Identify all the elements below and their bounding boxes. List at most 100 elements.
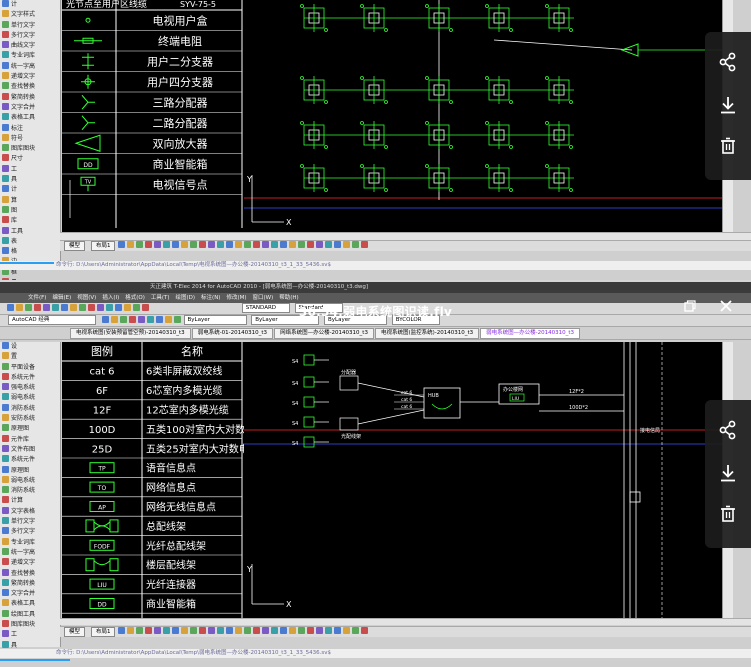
status-tool-icon[interactable] — [172, 627, 180, 634]
trash-icon[interactable] — [718, 136, 738, 156]
palette-item[interactable]: 库 — [0, 216, 60, 226]
menu-item[interactable]: 视图(V) — [77, 295, 96, 301]
palette-item[interactable]: 符号 — [0, 133, 60, 144]
status-tool-icon[interactable] — [208, 241, 216, 248]
palette-item[interactable]: 弱电系统 — [0, 475, 60, 486]
status-tool-icon[interactable] — [271, 627, 279, 634]
palette-item[interactable]: 计 — [0, 185, 60, 195]
palette-item[interactable]: 原理图 — [0, 465, 60, 476]
palette-item[interactable]: 计算 — [0, 496, 60, 506]
status-tool-icon[interactable] — [334, 627, 342, 634]
palette-item[interactable]: 工 — [0, 630, 60, 640]
status-tool-icon[interactable] — [154, 241, 162, 248]
status-tool-icon[interactable] — [118, 241, 126, 248]
palette-item[interactable]: 具 — [0, 278, 60, 280]
palette-item[interactable]: 表格工具 — [0, 113, 60, 123]
palette-item[interactable]: 尺寸 — [0, 154, 60, 164]
status-tool-icon[interactable] — [235, 241, 243, 248]
status-tool-icon[interactable] — [352, 241, 360, 248]
palette-item[interactable]: 文字表格 — [0, 506, 60, 517]
status-tool-icon[interactable] — [307, 627, 315, 634]
palette-item[interactable]: 文字合并 — [0, 102, 60, 113]
status-tool-icon[interactable] — [154, 627, 162, 634]
menu-item[interactable]: 窗口(W) — [253, 295, 274, 301]
status-tool-icon[interactable] — [361, 627, 369, 634]
palette-item[interactable]: 递增文字 — [0, 558, 60, 568]
palette-item[interactable]: 图 — [0, 205, 60, 216]
status-tool-icon[interactable] — [145, 627, 153, 634]
status-tool-icon[interactable] — [190, 627, 198, 634]
status-tool-icon[interactable] — [262, 241, 270, 248]
menu-item[interactable]: 修改(M) — [226, 295, 246, 301]
drawing-canvas[interactable]: Y X S4 S4 S4 S4 S4 分配器 光配线架 cat 6 cat 6 cat 6 HUB 办公楼… — [244, 342, 722, 618]
status-tool-icon[interactable] — [298, 241, 306, 248]
status-tool-icon[interactable] — [298, 627, 306, 634]
palette-item[interactable]: 弱电系统 — [0, 393, 60, 403]
status-tool-icon[interactable] — [334, 241, 342, 248]
palette-item[interactable]: 平面设备 — [0, 362, 60, 373]
palette-item[interactable]: 统一字高 — [0, 547, 60, 558]
document-tab[interactable]: 网络系统图—办公楼-20140310_t3 — [274, 328, 374, 339]
status-tool-icon[interactable] — [280, 241, 288, 248]
palette-item[interactable]: 表 — [0, 236, 60, 247]
palette-item[interactable]: 查找替换 — [0, 82, 60, 92]
status-tool-icon[interactable] — [199, 627, 207, 634]
command-line[interactable]: 命令行: D:\Users\Administrator\AppData\Loca… — [0, 649, 751, 658]
menu-item[interactable]: 绘图(D) — [176, 295, 196, 301]
tool-palette[interactable]: 计文字样式 单行文字 多行文字 曲线文字 专业词库 统一字高 递增文字 查找替换 繁简转换 文字合… — [0, 0, 61, 280]
status-tool-icon[interactable] — [127, 241, 135, 248]
status-tool-icon[interactable] — [217, 241, 225, 248]
palette-item[interactable]: 多行文字 — [0, 30, 60, 41]
status-tool-icon[interactable] — [316, 627, 324, 634]
status-tool-icon[interactable] — [145, 241, 153, 248]
drawing-canvas[interactable]: YX — [244, 0, 722, 232]
status-tool-icon[interactable] — [325, 627, 333, 634]
status-tool-icon[interactable] — [352, 627, 360, 634]
palette-item[interactable]: 格 — [0, 247, 60, 257]
palette-item[interactable]: 原理图 — [0, 424, 60, 434]
palette-item[interactable]: 曲线文字 — [0, 41, 60, 51]
palette-item[interactable]: 具 — [0, 175, 60, 185]
document-tab[interactable]: 弱电系统-01-20140310_t3 — [191, 328, 274, 339]
status-tool-icon[interactable] — [244, 241, 252, 248]
status-tool-icons[interactable] — [117, 241, 369, 249]
palette-item[interactable]: 递增文字 — [0, 72, 60, 82]
status-tool-icon[interactable] — [235, 627, 243, 634]
close-icon[interactable] — [720, 300, 732, 316]
status-tool-icon[interactable] — [280, 627, 288, 634]
palette-item[interactable]: 消防系统 — [0, 486, 60, 496]
share-icon[interactable] — [718, 420, 738, 440]
status-tool-icon[interactable] — [289, 241, 297, 248]
menu-item[interactable]: 格式(O) — [125, 295, 145, 301]
palette-item[interactable]: 系统元件 — [0, 372, 60, 383]
status-tool-icon[interactable] — [343, 627, 351, 634]
palette-item[interactable]: 标注 — [0, 123, 60, 134]
palette-item[interactable]: 单行文字 — [0, 20, 60, 31]
status-tool-icon[interactable] — [289, 627, 297, 634]
status-tool-icons[interactable] — [117, 627, 369, 635]
status-tool-icon[interactable] — [316, 241, 324, 248]
status-tool-icon[interactable] — [172, 241, 180, 248]
status-tool-icon[interactable] — [127, 627, 135, 634]
layout-tab[interactable]: 布局1 — [90, 241, 116, 251]
document-tab[interactable]: 电视系统图(安装预留管空预)-20140310_t3 — [70, 328, 191, 339]
palette-item[interactable]: 消防系统 — [0, 403, 60, 414]
palette-item[interactable]: 繁简转换 — [0, 92, 60, 103]
palette-item[interactable]: 算 — [0, 195, 60, 206]
palette-item[interactable]: 单行文字 — [0, 517, 60, 527]
tool-palette[interactable]: 设置平面设备 系统元件 强电系统 弱电系统 消防系统 安防系统 原理图 元件库 文件布图 系统元件… — [0, 342, 61, 659]
model-tab[interactable]: 模型 — [64, 627, 86, 637]
palette-item[interactable]: 文字合并 — [0, 589, 60, 599]
palette-item[interactable]: 系统元件 — [0, 455, 60, 465]
palette-item[interactable]: 繁简转换 — [0, 578, 60, 589]
palette-item[interactable]: 专业词库 — [0, 51, 60, 61]
share-icon[interactable] — [718, 52, 738, 72]
status-tool-icon[interactable] — [217, 627, 225, 634]
status-tool-icon[interactable] — [208, 627, 216, 634]
menu-item[interactable]: 文件(F) — [28, 295, 46, 301]
palette-item[interactable]: 工 — [0, 164, 60, 175]
status-tool-icon[interactable] — [199, 241, 207, 248]
palette-item[interactable]: 工具 — [0, 226, 60, 237]
palette-item[interactable]: 专业词库 — [0, 537, 60, 548]
model-tab[interactable]: 模型 — [64, 241, 86, 251]
